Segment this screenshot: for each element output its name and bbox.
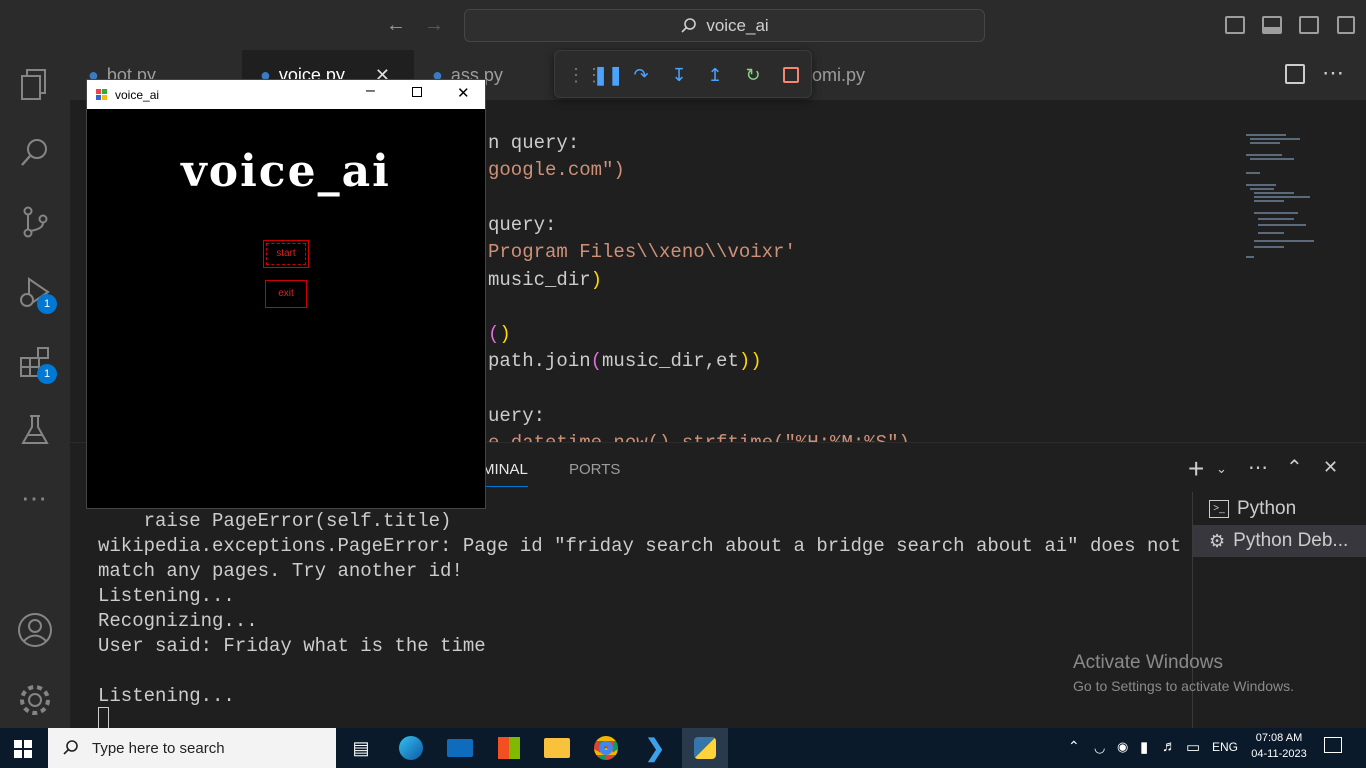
terminal-line: Listening...	[98, 685, 235, 707]
vscode-icon[interactable]: ❯	[641, 734, 669, 762]
source-control-icon[interactable]	[15, 202, 55, 242]
task-view-icon[interactable]: ▤	[347, 734, 375, 762]
terminal-cursor	[98, 707, 109, 729]
maximize-panel-icon[interactable]: ⌃	[1286, 455, 1303, 480]
terminal-line: match any pages. Try another id!	[98, 560, 463, 582]
split-editor-icon[interactable]	[1285, 64, 1305, 84]
exit-button[interactable]: exit	[265, 280, 307, 308]
clock[interactable]: 07:08 AM 04-11-2023	[1248, 732, 1310, 760]
microphone-icon[interactable]: ▮	[1140, 738, 1148, 756]
minimap[interactable]	[1244, 132, 1344, 262]
python-app-icon[interactable]	[682, 728, 728, 768]
toggle-secondary-sidebar-icon[interactable]	[1299, 16, 1319, 34]
edge-icon[interactable]	[397, 734, 425, 762]
forward-arrow-icon[interactable]: →	[424, 14, 444, 37]
terminal-item-python-debug[interactable]: ⚙ Python Deb...	[1193, 525, 1366, 557]
code-line: music_dir)	[488, 268, 603, 291]
windows-start-icon[interactable]	[14, 740, 32, 758]
activity-bar: 1 1 ⋯	[0, 50, 70, 728]
voice-ai-title: voice_ai	[115, 87, 160, 102]
taskbar-search[interactable]: Type here to search	[48, 728, 336, 768]
voice-ai-logo: voice_ai	[181, 146, 391, 197]
accounts-icon[interactable]	[15, 610, 55, 650]
terminal-line: Recognizing...	[98, 610, 258, 632]
network-icon[interactable]: ◡	[1094, 740, 1105, 756]
stop-icon[interactable]	[781, 65, 801, 85]
tab-ports[interactable]: PORTS	[569, 461, 620, 478]
tk-feather-icon	[96, 89, 107, 100]
file-explorer-icon[interactable]	[543, 734, 571, 762]
code-line: uery:	[488, 405, 546, 427]
search-icon[interactable]	[15, 132, 55, 172]
start-button[interactable]: start	[263, 240, 309, 268]
terminal-line: User said: Friday what is the time	[98, 635, 486, 657]
more-actions-icon[interactable]: ⋯	[1322, 60, 1344, 86]
chevron-down-icon[interactable]: ⌄	[1216, 461, 1227, 477]
terminal-line: raise PageError(self.title)	[98, 510, 452, 532]
battery-icon[interactable]: ▭	[1186, 738, 1200, 756]
tab-terminal[interactable]: MINAL	[482, 461, 528, 487]
code-line: ()	[488, 323, 511, 346]
toggle-panel-icon[interactable]	[1262, 16, 1282, 34]
more-actions-icon[interactable]: ⋯	[1248, 455, 1268, 480]
run-debug-badge: 1	[37, 294, 57, 314]
more-views-icon[interactable]: ⋯	[15, 478, 55, 518]
code-line: n query:	[488, 132, 580, 154]
extensions-icon[interactable]: 1	[15, 342, 57, 384]
bug-icon: ⚙	[1209, 530, 1226, 551]
terminal-line: Listening...	[98, 585, 235, 607]
code-line: google.com")	[488, 159, 625, 182]
explorer-icon[interactable]	[15, 64, 55, 104]
store-icon[interactable]	[495, 734, 523, 762]
code-line: e.datetime.now().strftime("%H:%M:%S")	[488, 432, 910, 442]
camera-icon[interactable]: ◉	[1117, 739, 1128, 755]
close-icon[interactable]: ✕	[457, 84, 470, 102]
step-out-icon[interactable]: ↥	[705, 65, 725, 85]
terminal-icon: >_	[1209, 500, 1229, 518]
code-line: path.join(music_dir,et))	[488, 350, 762, 373]
terminal-item-python[interactable]: >_ Python	[1193, 493, 1366, 525]
tab-omi-py[interactable]: omi.py	[794, 50, 932, 100]
voice-ai-window: voice_ai – ✕ voice_ai start exit	[86, 79, 486, 509]
close-panel-icon[interactable]: ✕	[1323, 457, 1338, 478]
language-indicator[interactable]: ENG	[1212, 740, 1238, 754]
extensions-badge: 1	[37, 364, 57, 384]
windows-taskbar: Type here to search ▤ ❯ ⌃ ◡ ◉ ▮ ♬ ▭ ENG …	[0, 728, 1366, 768]
step-over-icon[interactable]: ↷	[631, 65, 651, 85]
terminal-line: wikipedia.exceptions.PageError: Page id …	[98, 535, 1182, 557]
code-line: Program Files\\xeno\\voixr'	[488, 241, 796, 264]
code-line: query:	[488, 213, 557, 236]
mail-icon[interactable]	[446, 734, 474, 762]
search-icon	[63, 740, 78, 755]
debug-toolbar: ⋮⋮ ❚❚ ↷ ↧ ↥ ↻	[554, 50, 812, 98]
drag-handle-icon[interactable]: ⋮⋮	[567, 65, 603, 85]
maximize-icon[interactable]	[412, 87, 422, 97]
activate-windows-watermark: Activate Windows Go to Settings to activ…	[1073, 652, 1294, 694]
toggle-primary-sidebar-icon[interactable]	[1225, 16, 1245, 34]
restart-icon[interactable]: ↻	[743, 65, 763, 85]
command-center-search[interactable]: voice_ai	[464, 9, 985, 42]
testing-icon[interactable]	[15, 410, 55, 450]
terminal-output[interactable]: raise PageError(self.title) wikipedia.exc…	[98, 509, 1181, 709]
settings-gear-icon[interactable]	[15, 680, 55, 720]
chrome-icon[interactable]	[592, 734, 620, 762]
new-terminal-icon[interactable]: +	[1188, 453, 1204, 485]
notifications-icon[interactable]	[1324, 737, 1342, 753]
chevron-up-icon[interactable]: ⌃	[1068, 738, 1080, 755]
minimize-icon[interactable]: –	[366, 82, 375, 100]
window-title: voice_ai	[706, 15, 769, 35]
search-icon	[681, 17, 697, 33]
back-arrow-icon[interactable]: ←	[386, 14, 406, 37]
title-bar: ← → voice_ai	[0, 0, 1366, 50]
step-into-icon[interactable]: ↧	[669, 65, 689, 85]
run-and-debug-icon[interactable]: 1	[15, 272, 57, 314]
pause-icon[interactable]: ❚❚	[593, 65, 623, 85]
voice-ai-titlebar: voice_ai – ✕	[87, 80, 485, 109]
volume-icon[interactable]: ♬	[1162, 738, 1177, 755]
customize-layout-icon[interactable]	[1337, 16, 1355, 34]
